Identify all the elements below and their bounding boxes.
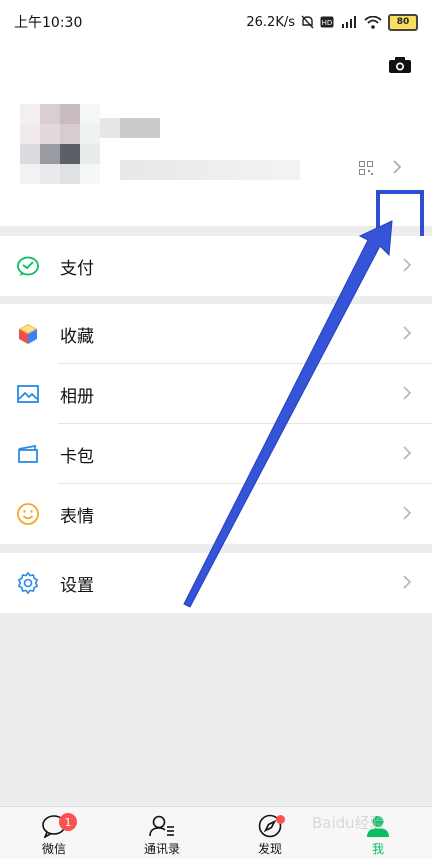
nickname-blur bbox=[120, 118, 160, 138]
menu-item-album[interactable]: 相册 bbox=[0, 364, 432, 424]
avatar[interactable] bbox=[20, 104, 100, 184]
notification-dot bbox=[276, 815, 285, 824]
menu-label-settings: 设置 bbox=[60, 575, 94, 596]
menu-item-cards[interactable]: 卡包 bbox=[0, 424, 432, 484]
menu-item-favorites[interactable]: 收藏 bbox=[0, 304, 432, 364]
favorites-cube-icon bbox=[16, 322, 40, 346]
wifi-icon bbox=[364, 15, 382, 29]
menu-label-favorites: 收藏 bbox=[60, 326, 94, 347]
hd-icon: HD bbox=[320, 16, 334, 28]
contacts-icon bbox=[149, 815, 174, 837]
status-time: 上午10:30 bbox=[14, 15, 83, 31]
chevron-right-icon bbox=[403, 575, 412, 589]
profile-chevron-icon[interactable] bbox=[392, 159, 402, 175]
profile-header[interactable] bbox=[0, 44, 432, 246]
unread-badge: 1 bbox=[59, 813, 77, 831]
menu-label-album: 相册 bbox=[60, 386, 94, 407]
gear-icon bbox=[16, 571, 40, 595]
menu-item-stickers[interactable]: 表情 bbox=[0, 484, 432, 544]
menu-group-pay: 支付 bbox=[0, 236, 432, 296]
svg-text:HD: HD bbox=[322, 19, 333, 27]
camera-icon[interactable] bbox=[388, 56, 412, 74]
tab-label-contacts: 通讯录 bbox=[143, 842, 180, 856]
chevron-right-icon bbox=[403, 326, 412, 340]
menu-item-settings[interactable]: 设置 bbox=[0, 553, 432, 613]
watermark: Baidu经验 bbox=[312, 814, 385, 832]
wechat-id-blur bbox=[120, 160, 300, 180]
tab-label-me: 我 bbox=[371, 842, 384, 856]
tab-contacts[interactable]: 通讯录 bbox=[108, 807, 216, 859]
menu-label-cards: 卡包 bbox=[60, 446, 94, 467]
chevron-right-icon bbox=[403, 258, 412, 272]
smiley-icon bbox=[16, 502, 40, 526]
album-icon bbox=[16, 382, 40, 406]
card-wallet-icon bbox=[16, 442, 40, 466]
chevron-right-icon bbox=[403, 506, 412, 520]
mute-bell-icon bbox=[301, 15, 314, 29]
status-icons: 26.2K/s HD 80 bbox=[246, 13, 418, 31]
tab-label-chats: 微信 bbox=[41, 842, 66, 856]
wallet-icon bbox=[16, 254, 40, 278]
nickname-blur-left bbox=[100, 118, 120, 138]
chevron-right-icon bbox=[403, 446, 412, 460]
tab-discover[interactable]: 发现 bbox=[216, 807, 324, 859]
menu-item-pay[interactable]: 支付 bbox=[0, 236, 432, 296]
menu-group-settings: 设置 bbox=[0, 553, 432, 613]
tab-label-discover: 发现 bbox=[257, 842, 282, 856]
battery-icon: 80 bbox=[388, 13, 418, 31]
menu-group-main: 收藏 相册 卡包 表情 bbox=[0, 304, 432, 544]
network-speed: 26.2K/s bbox=[246, 14, 295, 30]
menu-label-stickers: 表情 bbox=[60, 506, 94, 527]
menu-label-pay: 支付 bbox=[60, 258, 94, 279]
tab-chats[interactable]: 微信 1 bbox=[0, 807, 108, 859]
status-bar: 上午10:30 26.2K/s HD 80 bbox=[0, 0, 432, 44]
chevron-right-icon bbox=[403, 386, 412, 400]
qr-code-icon[interactable] bbox=[359, 161, 373, 175]
signal-icon bbox=[342, 16, 356, 28]
